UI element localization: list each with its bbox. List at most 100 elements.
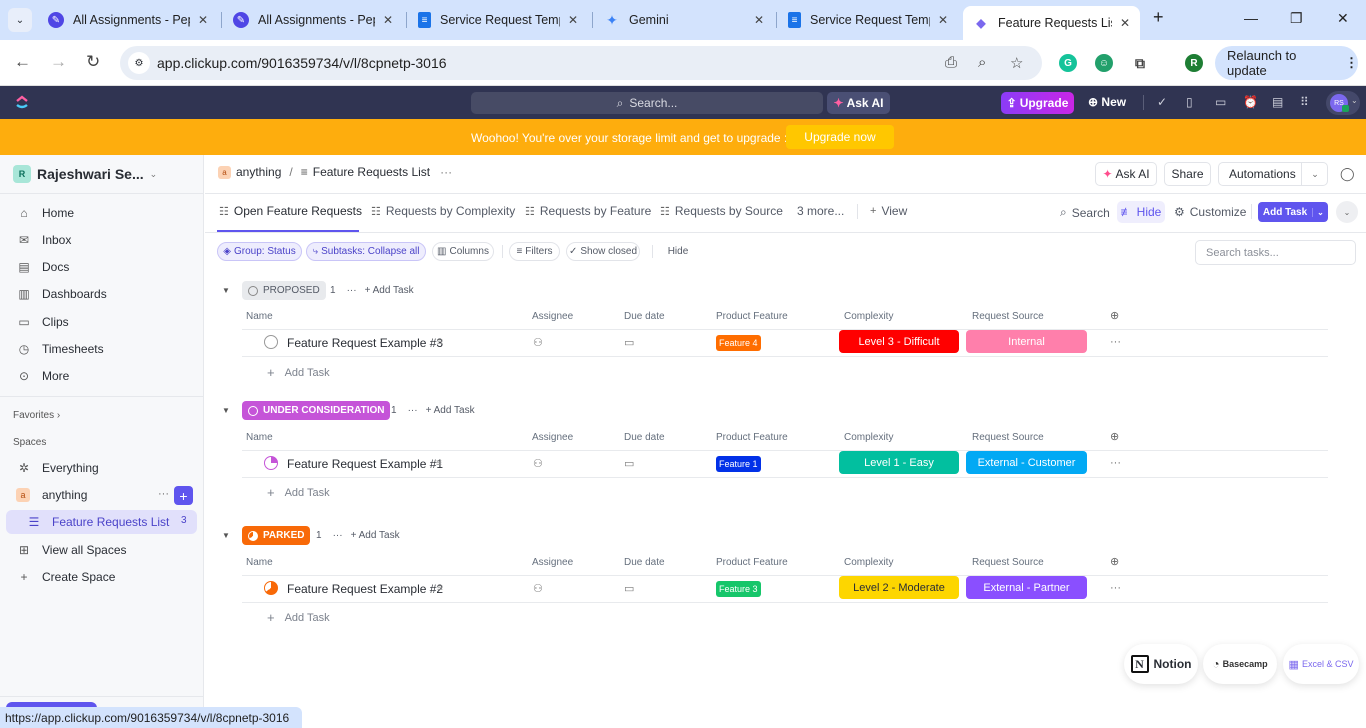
sidebar-item-dashboards[interactable]: ▥ Dashboards <box>16 284 106 304</box>
status-badge-under-consideration[interactable]: UNDER CONSIDERATION <box>242 401 391 420</box>
new-button[interactable]: ⊕ New <box>1088 95 1126 109</box>
apps-grid-icon[interactable]: ⠿ <box>1300 95 1309 109</box>
add-column-icon[interactable]: ⊕ <box>1110 555 1119 568</box>
extensions-puzzle-icon[interactable]: ⧉ <box>1131 54 1149 72</box>
add-column-icon[interactable]: ⊕ <box>1110 430 1119 443</box>
grammarly-icon[interactable]: G <box>1059 54 1077 72</box>
browser-tab-active[interactable]: ◆ Feature Requests List ✕ <box>963 6 1140 40</box>
group-add-task[interactable]: + Add Task <box>426 405 475 416</box>
task-name[interactable]: Feature Request Example #1 <box>287 457 443 471</box>
browser-tab[interactable]: ≡ Service Request Temp ✕ <box>778 6 958 34</box>
list-options-icon[interactable]: ··· <box>440 165 452 179</box>
browser-tab[interactable]: ✎ All Assignments - Pep ✕ <box>38 6 218 34</box>
column-header-complexity[interactable]: Complexity <box>844 432 893 443</box>
task-name[interactable]: Feature Request Example #2 <box>287 582 443 596</box>
add-assignee-icon[interactable]: ⚇ <box>533 336 543 349</box>
column-header-name[interactable]: Name <box>246 432 273 443</box>
bookmark-star-icon[interactable]: ☆ <box>1010 54 1023 72</box>
browser-tab[interactable]: ≡ Service Request Temp ✕ <box>408 6 588 34</box>
status-badge-parked[interactable]: PARKED <box>242 526 311 545</box>
close-tab-icon[interactable]: ✕ <box>198 13 208 27</box>
group-add-task[interactable]: + Add Task <box>365 285 414 296</box>
close-tab-icon[interactable]: ✕ <box>568 13 578 27</box>
share-button[interactable]: Share <box>1164 162 1211 186</box>
restore-button[interactable]: ❐ <box>1290 10 1303 27</box>
column-header-complexity[interactable]: Complexity <box>844 557 893 568</box>
sidebar-item-create-space[interactable]: + Create Space <box>16 567 115 587</box>
column-header-due-date[interactable]: Due date <box>624 311 665 322</box>
request-source-tag[interactable]: Internal <box>966 330 1087 353</box>
product-feature-tag[interactable]: Feature 4 <box>716 335 761 351</box>
group-options-icon[interactable]: ··· <box>408 405 418 416</box>
ask-ai-button[interactable]: ✦ Ask AI <box>827 92 890 114</box>
customize-button[interactable]: ⚙ Customize <box>1174 205 1246 219</box>
close-tab-icon[interactable]: ✕ <box>754 13 764 27</box>
column-header-product-feature[interactable]: Product Feature <box>716 557 788 568</box>
space-more-icon[interactable]: ··· <box>158 488 169 500</box>
hide-filters-chip[interactable]: Hide <box>662 242 694 261</box>
ask-ai-header-button[interactable]: ✦ Ask AI <box>1095 162 1157 186</box>
column-header-assignee[interactable]: Assignee <box>532 311 573 322</box>
sidebar-item-inbox[interactable]: ✉ Inbox <box>16 230 71 250</box>
due-date-icon[interactable]: ▭ <box>624 582 634 595</box>
workspace-switcher[interactable]: R Rajeshwari Se... ⌄ <box>13 165 157 183</box>
column-header-name[interactable]: Name <box>246 311 273 322</box>
collapse-toolbar-button[interactable]: ⌄ <box>1336 201 1358 223</box>
upgrade-now-button[interactable]: Upgrade now <box>786 125 894 149</box>
clickup-logo-icon[interactable] <box>14 94 30 110</box>
user-avatar-menu[interactable]: RS ⌄ <box>1326 91 1360 115</box>
group-by-chip[interactable]: ◈ Group: Status <box>217 242 302 261</box>
columns-chip[interactable]: ▥ Columns <box>432 242 494 261</box>
document-icon[interactable]: ▤ <box>1272 95 1283 109</box>
close-tab-icon[interactable]: ✕ <box>1120 16 1130 30</box>
add-view-button[interactable]: + View <box>870 204 907 218</box>
more-views-button[interactable]: 3 more... <box>797 204 844 218</box>
column-header-product-feature[interactable]: Product Feature <box>716 311 788 322</box>
install-app-icon[interactable]: ⎙ <box>945 54 957 71</box>
zoom-icon[interactable]: ⌕ <box>978 54 986 71</box>
sidebar-item-everything[interactable]: ✲ Everything <box>16 458 99 478</box>
import-basecamp-button[interactable]: ◔ Basecamp <box>1203 644 1277 684</box>
row-options-icon[interactable]: ··· <box>1110 457 1121 469</box>
add-task-row[interactable]: + Add Task <box>267 610 330 625</box>
filters-chip[interactable]: ≡ Filters <box>509 242 560 261</box>
add-assignee-icon[interactable]: ⚇ <box>533 457 543 470</box>
sidebar-item-clips[interactable]: ▭ Clips <box>16 312 68 332</box>
reload-icon[interactable]: ↻ <box>86 52 100 72</box>
column-header-assignee[interactable]: Assignee <box>532 557 573 568</box>
back-icon[interactable]: ← <box>14 52 31 72</box>
sidebar-item-view-all-spaces[interactable]: ⊞ View all Spaces <box>16 540 127 560</box>
video-clip-icon[interactable]: ▭ <box>1215 95 1226 109</box>
add-assignee-icon[interactable]: ⚇ <box>533 582 543 595</box>
sidebar-item-timesheets[interactable]: ◷ Timesheets <box>16 339 104 359</box>
column-header-request-source[interactable]: Request Source <box>972 311 1044 322</box>
collapse-group-icon[interactable]: ▼ <box>222 531 230 540</box>
task-status-icon[interactable] <box>264 456 278 470</box>
chat-icon[interactable]: ◯ <box>1340 166 1355 182</box>
chevron-down-icon[interactable]: ⌄ <box>1312 207 1328 217</box>
search-tasks-input[interactable]: Search tasks... <box>1195 240 1356 265</box>
global-search[interactable]: ⌕ Search... <box>471 92 823 114</box>
request-source-tag[interactable]: External - Customer <box>966 451 1087 474</box>
sidebar-item-home[interactable]: ⌂ Home <box>16 203 74 223</box>
alarm-clock-icon[interactable]: ⏰ <box>1243 95 1258 109</box>
row-options-icon[interactable]: ··· <box>1110 582 1121 594</box>
new-tab-button[interactable]: + <box>1153 7 1164 28</box>
task-status-icon[interactable] <box>264 335 278 349</box>
column-header-request-source[interactable]: Request Source <box>972 557 1044 568</box>
automations-button[interactable]: Automations ⌄ <box>1218 162 1328 186</box>
extension-bot-icon[interactable]: ☺ <box>1095 54 1113 72</box>
complexity-tag[interactable]: Level 1 - Easy <box>839 451 959 474</box>
column-header-due-date[interactable]: Due date <box>624 432 665 443</box>
kebab-menu-icon[interactable]: ⋮ <box>1345 55 1358 71</box>
notepad-icon[interactable]: ▯ <box>1186 95 1193 109</box>
browser-tab[interactable]: ✦ Gemini ✕ <box>594 6 774 34</box>
product-feature-tag[interactable]: Feature 1 <box>716 456 761 472</box>
site-settings-icon[interactable]: ⚙ <box>128 52 150 74</box>
sidebar-item-more[interactable]: ⊙ More <box>16 366 69 386</box>
sidebar-list-label[interactable]: ☰ Feature Requests List <box>26 512 170 532</box>
column-header-due-date[interactable]: Due date <box>624 557 665 568</box>
add-to-space-button[interactable]: + <box>174 486 193 505</box>
favorites-toggle[interactable]: Favorites › <box>13 410 60 421</box>
due-date-icon[interactable]: ▭ <box>624 336 634 349</box>
